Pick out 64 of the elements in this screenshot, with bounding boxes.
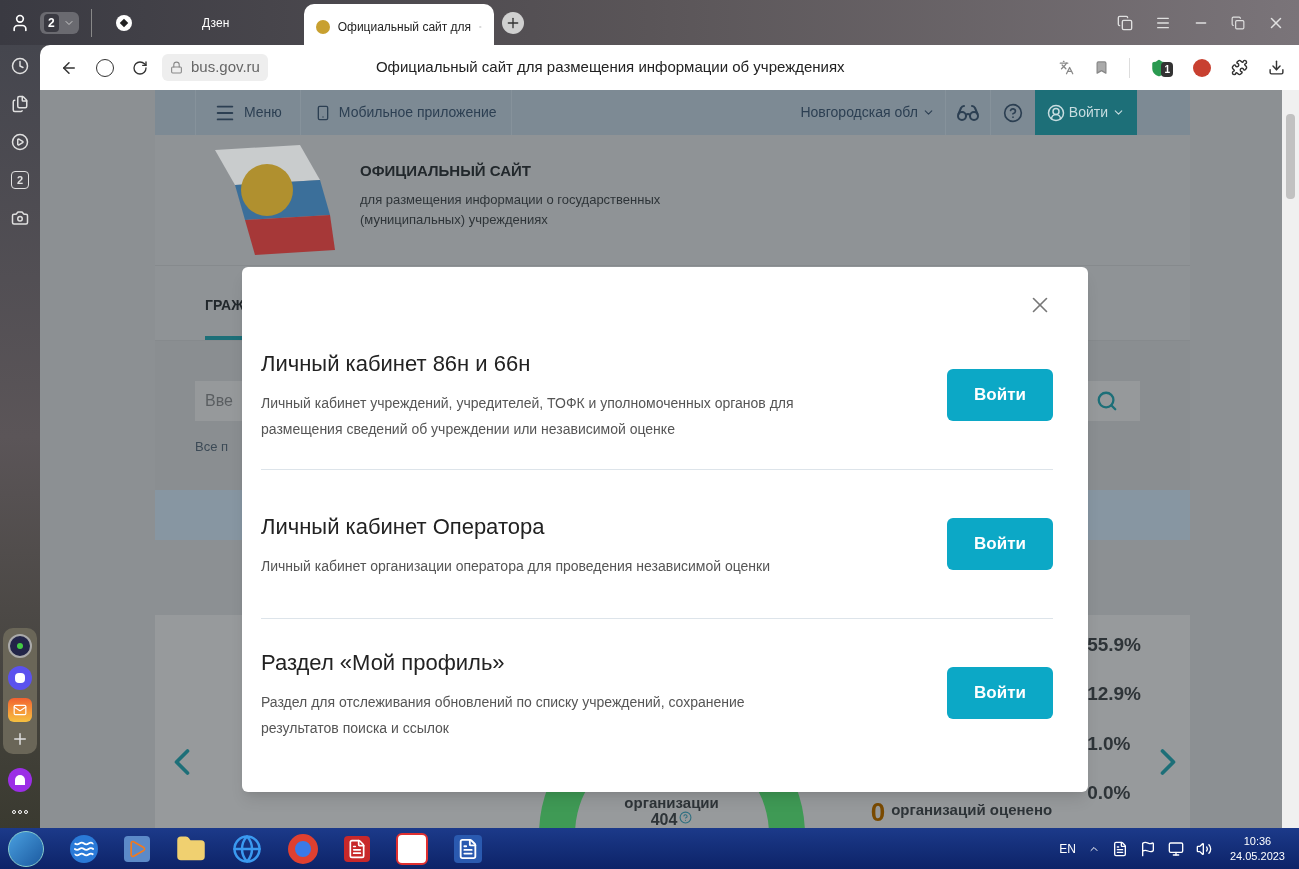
donut-value: 404 xyxy=(650,811,678,828)
section-title: Раздел «Мой профиль» xyxy=(261,648,506,677)
profile-icon[interactable] xyxy=(10,12,30,33)
address-field[interactable]: bus.gov.ru xyxy=(162,54,268,81)
section-title: Личный кабинет Оператора xyxy=(261,512,546,541)
section-description: Раздел для отслеживания обновлений по списку учреждений, сохранение результатов поиска и ссылок xyxy=(261,692,746,738)
pdf-icon[interactable] xyxy=(344,835,370,862)
play-icon[interactable] xyxy=(11,133,29,151)
region-dropdown[interactable]: Новгородская обл xyxy=(790,90,945,135)
mail-app-icon[interactable] xyxy=(8,698,32,722)
tab-counter-button[interactable]: 2 xyxy=(40,11,79,34)
add-icon[interactable] xyxy=(11,730,29,748)
login-button[interactable]: Войти xyxy=(947,368,1053,421)
clock[interactable]: 10:36 24.05.2023 xyxy=(1223,833,1291,864)
network-icon[interactable] xyxy=(1167,840,1184,857)
new-tab-button[interactable] xyxy=(501,11,524,34)
messenger-app-icon[interactable] xyxy=(8,666,32,690)
login-button[interactable]: Войти xyxy=(947,667,1053,719)
section-description: Личный кабинет организации оператора для проведения независимой оценки xyxy=(261,556,772,576)
rated-label: организаций оценено xyxy=(891,800,1053,820)
emblem-icon xyxy=(315,19,330,34)
lock-icon xyxy=(170,61,183,74)
extension-icon[interactable] xyxy=(1193,58,1211,77)
history-icon[interactable] xyxy=(11,57,29,75)
extensions-icon[interactable] xyxy=(1231,59,1248,76)
volume-icon[interactable] xyxy=(1195,840,1212,857)
rated-count: 0 xyxy=(870,799,886,825)
start-orb-icon[interactable] xyxy=(8,830,44,867)
flag-icon[interactable] xyxy=(1139,840,1156,857)
play-icon[interactable] xyxy=(124,835,150,862)
help-icon xyxy=(679,811,693,824)
help-icon[interactable] xyxy=(1002,102,1023,123)
translate-icon[interactable] xyxy=(1059,60,1075,75)
tray-document-icon[interactable] xyxy=(1111,840,1128,857)
tab-count[interactable]: 2 xyxy=(11,171,29,189)
login-button[interactable]: Войти xyxy=(947,518,1053,570)
scrollbar[interactable] xyxy=(1282,90,1299,828)
site-title: ОФИЦИАЛЬНЫЙ САЙТ xyxy=(360,160,532,181)
restore-icon[interactable] xyxy=(1231,15,1245,30)
donut-label: организации xyxy=(624,795,719,811)
percentage-value: 55.9% xyxy=(1087,633,1141,657)
user-icon xyxy=(1046,103,1065,122)
assistant-icon[interactable] xyxy=(8,768,32,792)
page-title: Официальный сайт для размещения информации об учреждениях xyxy=(375,57,845,78)
tabs-icon[interactable] xyxy=(1117,14,1133,31)
section-title: Личный кабинет 86н и 66н xyxy=(261,350,532,378)
reload-icon[interactable] xyxy=(132,59,148,76)
percentage-value: 1.0% xyxy=(1087,731,1132,756)
bookmark-icon[interactable] xyxy=(1094,60,1110,75)
browser-tab[interactable]: Дзен xyxy=(103,0,304,45)
percentage-value: 12.9% xyxy=(1087,682,1141,707)
login-button[interactable]: Войти xyxy=(1034,90,1137,135)
tab-count: 2 xyxy=(44,13,59,32)
language-indicator[interactable]: EN xyxy=(1059,839,1076,858)
download-icon[interactable] xyxy=(1268,59,1285,76)
section-description: Личный кабинет учреждений, учредителей, ТОФК и уполномоченных органов для размещения сведений об учреждении или независимой оценке xyxy=(261,394,795,439)
globe-icon[interactable] xyxy=(232,833,262,864)
site-subtitle: для размещения информации о государственных (муниципальных) учреждениях xyxy=(360,191,662,230)
wave-icon[interactable] xyxy=(70,834,98,863)
screenshot-icon[interactable] xyxy=(11,209,29,227)
percentage-value: 0.0% xyxy=(1087,780,1132,805)
assistant-app-icon[interactable] xyxy=(8,634,32,658)
collections-icon[interactable] xyxy=(11,95,29,113)
document-icon[interactable] xyxy=(454,834,482,863)
